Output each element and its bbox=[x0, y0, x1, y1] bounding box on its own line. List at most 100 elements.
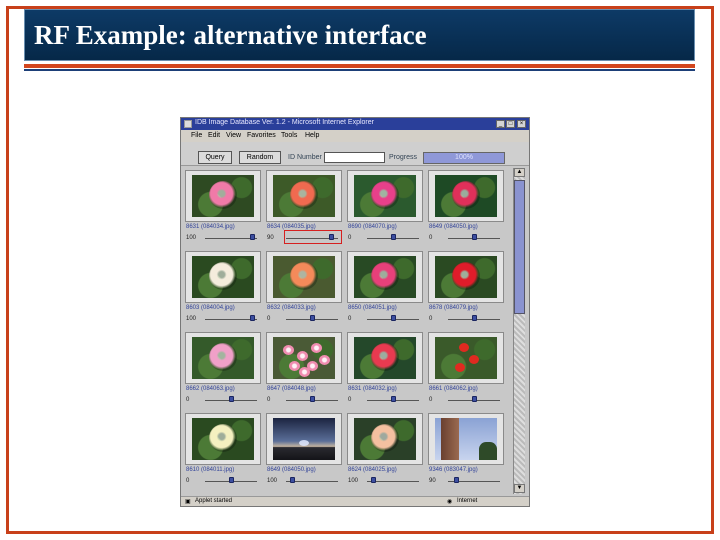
relevance-score: 0 bbox=[429, 235, 433, 241]
image-caption: 8647 (084048.jpg) bbox=[267, 386, 316, 392]
thumbnail-frame[interactable] bbox=[266, 251, 342, 303]
query-toolbar: Query Random ID Number Progress 100% bbox=[181, 142, 529, 166]
menu-tools[interactable]: Tools bbox=[281, 132, 297, 139]
image-caption: 8624 (084025.jpg) bbox=[348, 467, 397, 473]
relevance-score: 0 bbox=[348, 235, 352, 241]
thumbnail-image[interactable] bbox=[192, 418, 254, 460]
relevance-slider-thumb[interactable] bbox=[309, 396, 315, 402]
menu-view[interactable]: View bbox=[226, 132, 241, 139]
progress-label: Progress bbox=[389, 154, 418, 161]
scroll-down-arrow-icon[interactable]: ▼ bbox=[514, 484, 525, 493]
image-caption: 8649 (084050.jpg) bbox=[429, 224, 478, 230]
thumbnail-frame[interactable] bbox=[428, 251, 504, 303]
image-caption: 9346 (083047.jpg) bbox=[429, 467, 478, 473]
thumbnail-image[interactable] bbox=[354, 175, 416, 217]
close-button[interactable]: × bbox=[517, 120, 526, 128]
menu-help[interactable]: Help bbox=[305, 132, 319, 139]
relevance-slider-thumb[interactable] bbox=[249, 315, 255, 321]
relevance-score: 100 bbox=[186, 235, 197, 241]
thumbnail-image[interactable] bbox=[435, 337, 497, 379]
thumbnail-image[interactable] bbox=[273, 256, 335, 298]
thumbnail-frame[interactable] bbox=[347, 251, 423, 303]
thumbnail-frame[interactable] bbox=[185, 170, 261, 222]
menu-edit[interactable]: Edit bbox=[208, 132, 220, 139]
thumbnail-image[interactable] bbox=[354, 337, 416, 379]
relevance-slider-thumb[interactable] bbox=[471, 396, 477, 402]
image-grid: 8631 (084034.jpg) 100 8634 (084035.jpg) 90 8… bbox=[183, 168, 511, 494]
thumbnail-image[interactable] bbox=[273, 175, 335, 217]
thumbnail-frame[interactable] bbox=[428, 413, 504, 465]
thumbnail-image[interactable] bbox=[354, 256, 416, 298]
image-result-cell: 8647 (084048.jpg) 0 bbox=[264, 330, 344, 409]
thumbnail-frame[interactable] bbox=[185, 332, 261, 384]
thumbnail-image[interactable] bbox=[192, 337, 254, 379]
thumbnail-frame[interactable] bbox=[185, 413, 261, 465]
thumbnail-frame[interactable] bbox=[347, 170, 423, 222]
relevance-slider-thumb[interactable] bbox=[228, 396, 234, 402]
image-caption: 8661 (084062.jpg) bbox=[429, 386, 478, 392]
relevance-score: 0 bbox=[267, 397, 271, 403]
relevance-slider-thumb[interactable] bbox=[390, 396, 396, 402]
page-icon: ▣ bbox=[185, 499, 191, 505]
thumbnail-frame[interactable] bbox=[428, 332, 504, 384]
thumbnail-image[interactable] bbox=[192, 256, 254, 298]
id-number-input[interactable] bbox=[324, 152, 385, 163]
relevance-score: 0 bbox=[267, 316, 271, 322]
progress-bar: 100% bbox=[423, 152, 505, 164]
image-caption: 8610 (084011.jpg) bbox=[186, 467, 235, 473]
window-title: IDB Image Database Ver. 1.2 - Microsoft … bbox=[195, 119, 374, 126]
image-result-cell: 8690 (084070.jpg) 0 bbox=[345, 168, 425, 247]
relevance-score: 0 bbox=[186, 478, 190, 484]
thumbnail-image[interactable] bbox=[273, 418, 335, 460]
slide-title: RF Example: alternative interface bbox=[34, 20, 427, 50]
image-caption: 8690 (084070.jpg) bbox=[348, 224, 397, 230]
title-rule-red bbox=[24, 64, 695, 68]
thumbnail-frame[interactable] bbox=[266, 170, 342, 222]
menu-favorites[interactable]: Favorites bbox=[247, 132, 276, 139]
thumbnail-frame[interactable] bbox=[185, 251, 261, 303]
image-result-cell: 8603 (084004.jpg) 100 bbox=[183, 249, 263, 328]
image-result-cell: 8650 (084051.jpg) 0 bbox=[345, 249, 425, 328]
status-text-left: Applet started bbox=[195, 498, 233, 504]
menu-file[interactable]: File bbox=[191, 132, 202, 139]
relevance-score: 100 bbox=[267, 478, 278, 484]
maximize-button[interactable]: □ bbox=[506, 120, 515, 128]
image-caption: 8603 (084004.jpg) bbox=[186, 305, 235, 311]
random-button[interactable]: Random bbox=[239, 151, 281, 164]
scrollbar-thumb[interactable] bbox=[514, 180, 525, 314]
thumbnail-frame[interactable] bbox=[428, 170, 504, 222]
relevance-slider-thumb[interactable] bbox=[370, 477, 376, 483]
thumbnail-frame[interactable] bbox=[266, 332, 342, 384]
image-result-cell: 8624 (084025.jpg) 100 bbox=[345, 411, 425, 490]
window-titlebar[interactable]: IDB Image Database Ver. 1.2 - Microsoft … bbox=[181, 118, 529, 130]
thumbnail-frame[interactable] bbox=[347, 413, 423, 465]
minimize-button[interactable]: _ bbox=[496, 120, 505, 128]
thumbnail-image[interactable] bbox=[435, 418, 497, 460]
internet-zone-icon: ◉ bbox=[447, 499, 453, 505]
relevance-slider-thumb[interactable] bbox=[289, 477, 295, 483]
relevance-slider-thumb[interactable] bbox=[249, 234, 255, 240]
relevance-score: 100 bbox=[186, 316, 197, 322]
relevance-slider-thumb[interactable] bbox=[228, 477, 234, 483]
id-number-label: ID Number bbox=[288, 154, 322, 161]
thumbnail-image[interactable] bbox=[435, 175, 497, 217]
image-result-cell: 8610 (084011.jpg) 0 bbox=[183, 411, 263, 490]
relevance-slider-thumb[interactable] bbox=[471, 315, 477, 321]
scroll-up-arrow-icon[interactable]: ▲ bbox=[514, 168, 525, 177]
query-button[interactable]: Query bbox=[198, 151, 232, 164]
relevance-slider-thumb[interactable] bbox=[471, 234, 477, 240]
thumbnail-frame[interactable] bbox=[347, 332, 423, 384]
thumbnail-image[interactable] bbox=[273, 337, 335, 379]
vertical-scrollbar[interactable]: ▲ ▼ bbox=[513, 168, 525, 494]
thumbnail-image[interactable] bbox=[192, 175, 254, 217]
relevance-slider-thumb[interactable] bbox=[453, 477, 459, 483]
thumbnail-image[interactable] bbox=[354, 418, 416, 460]
relevance-slider-thumb[interactable] bbox=[390, 234, 396, 240]
thumbnail-image[interactable] bbox=[435, 256, 497, 298]
image-result-cell: 9346 (083047.jpg) 90 bbox=[426, 411, 506, 490]
thumbnail-frame[interactable] bbox=[266, 413, 342, 465]
image-caption: 8632 (084033.jpg) bbox=[267, 305, 316, 311]
relevance-slider-thumb[interactable] bbox=[309, 315, 315, 321]
relevance-slider-thumb[interactable] bbox=[390, 315, 396, 321]
image-caption: 8662 (084063.jpg) bbox=[186, 386, 235, 392]
